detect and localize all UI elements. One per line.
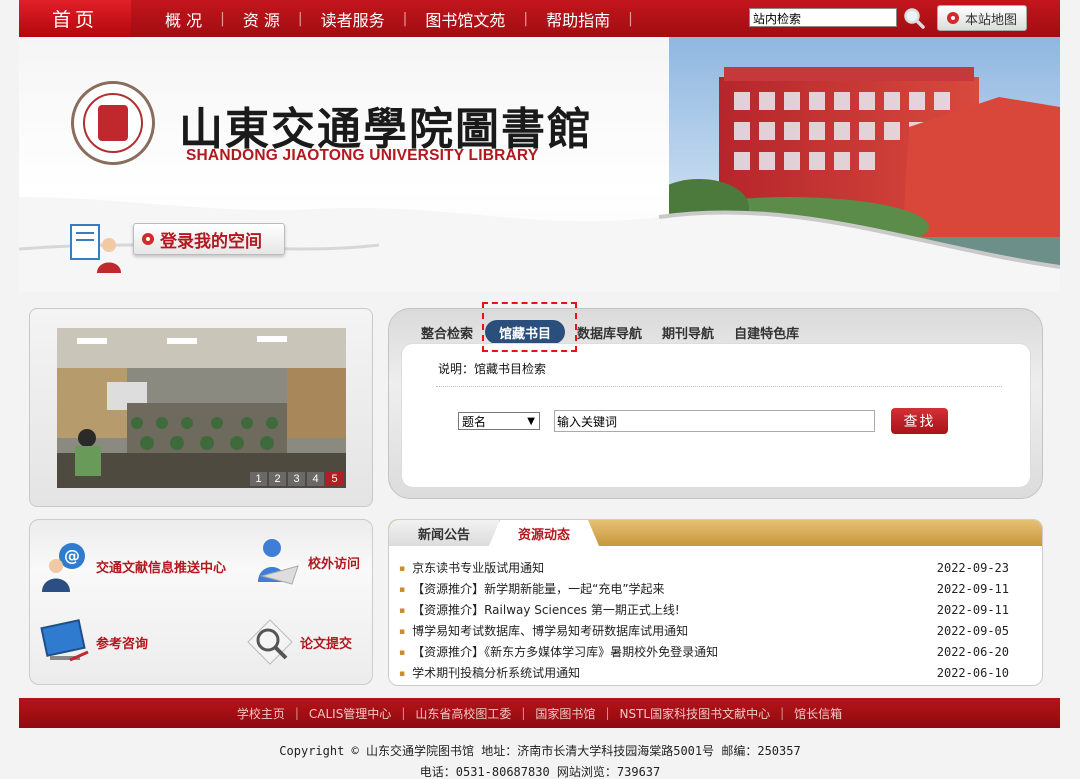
search-field-value: 题名: [462, 414, 487, 429]
library-title-en: SHANDONG JIAOTONG UNIVERSITY LIBRARY: [186, 147, 539, 164]
news-title[interactable]: 学术期刊投稿分析系统试用通知: [399, 664, 580, 681]
news-title[interactable]: 【资源推介】《新东方多媒体学习库》暑期校外免登录通知: [399, 643, 718, 660]
chevron-down-icon: ▼: [527, 415, 535, 427]
user-document-icon: [70, 224, 121, 273]
tab-news-announcements[interactable]: 新闻公告: [389, 520, 499, 546]
sitemap-label: 本站地图: [964, 12, 1017, 28]
news-date: 2022-06-10: [936, 665, 1009, 680]
search-icon[interactable]: [903, 7, 925, 29]
footer-link-director-mailbox[interactable]: 馆长信箱: [784, 705, 852, 722]
service-thesis-submit[interactable]: 论文提交: [244, 616, 352, 668]
news-panel: 新闻公告 资源动态 京东读书专业版试用通知 2022-09-23 【资源推介】新学…: [388, 519, 1043, 686]
news-title[interactable]: 博学易知考试数据库、博学易知考研数据库试用通知: [399, 622, 688, 639]
services-panel: @ 交通文献信息推送中心 校外访问 参考咨询 论文提交: [29, 519, 373, 685]
keyword-input[interactable]: 输入关键词: [554, 410, 875, 432]
tab-integrated-search[interactable]: 整合检索: [411, 320, 483, 344]
slideshow-pager: 1 2 3 4 5: [250, 472, 343, 486]
tab-journal-nav[interactable]: 期刊导航: [652, 320, 724, 344]
nav-item-help[interactable]: 帮助指南: [528, 7, 628, 31]
news-date: 2022-09-05: [936, 623, 1009, 638]
monitor-icon: [40, 619, 89, 662]
login-my-space-button[interactable]: 登录我的空间: [133, 223, 285, 255]
nav-home[interactable]: 首页: [19, 0, 131, 37]
site-search-input[interactable]: 站内检索: [749, 8, 897, 27]
search-tabs: 整合检索 馆藏书目 数据库导航 期刊导航 自建特色库: [411, 320, 809, 350]
bullet-icon: [946, 12, 959, 24]
pager-item[interactable]: 3: [288, 472, 305, 486]
service-offcampus-access[interactable]: 校外访问: [252, 536, 360, 588]
news-date: 2022-09-23: [936, 560, 1009, 575]
list-item[interactable]: 博学易知考试数据库、博学易知考研数据库试用通知 2022-09-05: [399, 620, 1009, 641]
service-label: 参考咨询: [96, 636, 149, 652]
slideshow-image[interactable]: 1 2 3 4 5: [57, 328, 346, 488]
search-form: 说明：馆藏书目检索 题名 ▼ 输入关键词 查找: [401, 343, 1031, 488]
tab-special-collections[interactable]: 自建特色库: [724, 320, 809, 344]
news-date: 2022-06-20: [936, 644, 1009, 659]
footer-link-shandong-committee[interactable]: 山东省高校图工委: [405, 705, 521, 722]
search-description: 说明：馆藏书目检索: [438, 362, 547, 376]
slideshow-panel: 1 2 3 4 5: [29, 308, 373, 507]
bullet-icon: [142, 233, 154, 245]
pager-item-active[interactable]: 5: [326, 472, 343, 486]
service-reference[interactable]: 参考咨询: [40, 616, 148, 668]
email-user-icon: @: [42, 543, 85, 592]
news-title[interactable]: 【资源推介】新学期新能量，一起“充电”学起来: [399, 580, 664, 597]
divider: [436, 386, 1002, 387]
service-label: 论文提交: [300, 636, 353, 652]
nav-item-library-garden[interactable]: 图书馆文苑: [407, 7, 523, 31]
sitemap-button[interactable]: 本站地图: [937, 5, 1027, 31]
list-item[interactable]: 京东读书专业版试用通知 2022-09-23: [399, 557, 1009, 578]
login-label: 登录我的空间: [160, 231, 262, 252]
footer-link-national-library[interactable]: 国家图书馆: [525, 705, 605, 722]
footer-link-school[interactable]: 学校主页: [227, 705, 295, 722]
pager-item[interactable]: 2: [269, 472, 286, 486]
footer-link-calis[interactable]: CALIS管理中心: [299, 705, 401, 722]
service-label: 交通文献信息推送中心: [96, 560, 227, 576]
copyright-text: Copyright © 山东交通学院图书馆 地址：济南市长清大学科技园海棠路50…: [279, 744, 801, 758]
news-title[interactable]: 京东读书专业版试用通知: [399, 559, 544, 576]
nav-item-reader-services[interactable]: 读者服务: [303, 7, 403, 31]
list-item[interactable]: 【资源推介】Railway Sciences 第一期正式上线! 2022-09-1…: [399, 599, 1009, 620]
pager-item[interactable]: 4: [307, 472, 324, 486]
service-push-center[interactable]: @ 交通文献信息推送中心: [40, 540, 226, 592]
remote-user-icon: [258, 539, 299, 585]
list-item[interactable]: 【资源推介】新学期新能量，一起“充电”学起来 2022-09-11: [399, 578, 1009, 599]
list-item[interactable]: 学术期刊投稿分析系统试用通知 2022-06-10: [399, 662, 1009, 683]
footer-link-nstl[interactable]: NSTL国家科技图书文献中心: [609, 705, 780, 722]
nav-separator: |: [628, 10, 633, 27]
highlight-annotation: [482, 302, 577, 352]
nav-item-resources[interactable]: 资 源: [225, 7, 298, 31]
news-list: 京东读书专业版试用通知 2022-09-23 【资源推介】新学期新能量，一起“充电…: [399, 557, 1009, 683]
service-label: 校外访问: [308, 556, 361, 572]
footer-links: 学校主页 | CALIS管理中心 | 山东省高校图工委 | 国家图书馆 | NS…: [19, 698, 1060, 728]
tab-database-nav[interactable]: 数据库导航: [567, 320, 652, 344]
search-field-select[interactable]: 题名 ▼: [458, 412, 540, 430]
tab-resource-updates[interactable]: 资源动态: [489, 520, 599, 546]
header-banner: 山東交通學院圖書館 SHANDONG JIAOTONG UNIVERSITY L…: [19, 37, 1060, 292]
pager-item[interactable]: 1: [250, 472, 267, 486]
list-item[interactable]: 【资源推介】《新东方多媒体学习库》暑期校外免登录通知 2022-06-20: [399, 641, 1009, 662]
magnifier-icon: [247, 619, 293, 665]
nav-item-overview[interactable]: 概 况: [147, 7, 220, 31]
search-submit-button[interactable]: 查找: [891, 408, 948, 434]
contact-text: 电话：0531-80687830 网站浏览：739637: [419, 765, 661, 779]
svg-text:@: @: [64, 546, 80, 565]
news-date: 2022-09-11: [936, 602, 1009, 617]
news-title[interactable]: 【资源推介】Railway Sciences 第一期正式上线!: [399, 601, 680, 618]
library-logo-seal: [71, 81, 155, 165]
news-date: 2022-09-11: [936, 581, 1009, 596]
